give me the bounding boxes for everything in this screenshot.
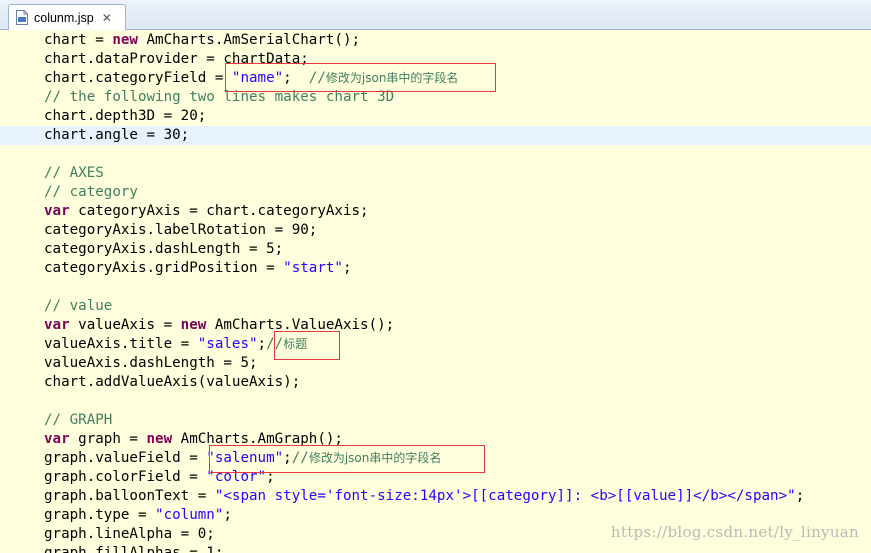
annotation-box-value-field	[209, 445, 485, 473]
code-token: categoryAxis.gridPosition =	[44, 260, 284, 276]
code-token: // category	[44, 184, 138, 200]
code-token: categoryAxis = chart.categoryAxis;	[69, 203, 369, 219]
code-token: chart =	[44, 32, 113, 48]
code-token: graph.valueField =	[44, 450, 207, 466]
code-line[interactable]	[0, 145, 871, 164]
code-token: new	[112, 32, 138, 48]
code-line[interactable]: // category	[0, 183, 871, 202]
code-line-text: var valueAxis = new AmCharts.ValueAxis()…	[44, 316, 394, 335]
code-line-text: chart.depth3D = 20;	[44, 107, 206, 126]
code-line[interactable]	[0, 278, 871, 297]
code-editor[interactable]: chart = new AmCharts.AmSerialChart(); cha…	[0, 30, 871, 553]
code-token: // GRAPH	[44, 412, 113, 428]
code-line[interactable]: // AXES	[0, 164, 871, 183]
code-token: var	[44, 203, 70, 219]
code-token: AmCharts.AmSerialChart();	[137, 32, 361, 48]
code-line-text: categoryAxis.gridPosition = "start";	[44, 259, 352, 278]
code-token: // value	[44, 298, 113, 314]
code-line-text: valueAxis.dashLength = 5;	[44, 354, 258, 373]
code-token: "start"	[283, 260, 343, 276]
code-line[interactable]: // value	[0, 297, 871, 316]
code-token: graph.balloonText =	[44, 488, 215, 504]
code-line-text: // GRAPH	[44, 411, 112, 430]
code-line-text: // category	[44, 183, 138, 202]
code-line-text: // AXES	[44, 164, 104, 183]
annotation-box-value-title	[274, 331, 340, 360]
annotation-box-category-field	[225, 63, 496, 92]
code-token: ;	[795, 488, 805, 504]
code-token: categoryAxis.labelRotation = 90;	[44, 222, 318, 238]
code-token: ;	[257, 336, 267, 352]
code-token: chart.addValueAxis(valueAxis);	[44, 374, 301, 390]
code-token: valueAxis.title =	[44, 336, 198, 352]
code-token: new	[146, 431, 173, 447]
code-token: valueAxis.dashLength = 5;	[44, 355, 258, 371]
code-token: graph.fillAlphas = 1;	[44, 545, 224, 553]
code-token: ;	[342, 260, 352, 276]
code-token: graph.type =	[44, 507, 156, 523]
code-token: graph.lineAlpha = 0;	[44, 526, 215, 542]
code-token: "column"	[155, 507, 224, 523]
code-line[interactable]: valueAxis.title = "sales";//标题	[0, 335, 871, 354]
code-token: chart.angle = 30;	[44, 127, 190, 143]
code-token: "<span style='font-size:14px'>[[category…	[214, 488, 796, 504]
editor-tab-bar: colunm.jsp ✕	[0, 0, 871, 30]
code-line-text: graph.balloonText = "<span style='font-s…	[44, 487, 804, 506]
code-line[interactable]: chart = new AmCharts.AmSerialChart();	[0, 31, 871, 50]
code-token: ;	[223, 507, 232, 523]
watermark: https://blog.csdn.net/ly_linyuan	[610, 523, 859, 541]
code-token: chart.depth3D = 20;	[44, 108, 207, 124]
code-line[interactable]: categoryAxis.gridPosition = "start";	[0, 259, 871, 278]
code-line[interactable]: var valueAxis = new AmCharts.ValueAxis()…	[0, 316, 871, 335]
code-line-text: graph.lineAlpha = 0;	[44, 525, 215, 544]
code-token: graph.colorField =	[44, 469, 207, 485]
code-token: categoryAxis.dashLength = 5;	[44, 241, 284, 257]
code-token: chart.categoryField =	[44, 70, 232, 86]
code-line-text: chart.addValueAxis(valueAxis);	[44, 373, 300, 392]
code-line-text: categoryAxis.dashLength = 5;	[44, 240, 283, 259]
code-line-text: // value	[44, 297, 112, 316]
code-line[interactable]	[0, 392, 871, 411]
code-line-text: chart = new AmCharts.AmSerialChart();	[44, 31, 360, 50]
code-line-text: chart.angle = 30;	[44, 126, 189, 145]
code-token: graph =	[69, 431, 147, 447]
code-line-text: valueAxis.title = "sales";//标题	[44, 335, 307, 354]
code-line[interactable]: chart.addValueAxis(valueAxis);	[0, 373, 871, 392]
code-line[interactable]: categoryAxis.labelRotation = 90;	[0, 221, 871, 240]
code-token: var	[44, 431, 70, 447]
code-line-text: var categoryAxis = chart.categoryAxis;	[44, 202, 369, 221]
code-token: var	[44, 317, 70, 333]
code-token: // AXES	[44, 165, 104, 181]
code-line[interactable]: chart.angle = 30;	[0, 126, 871, 145]
code-line[interactable]: graph.balloonText = "<span style='font-s…	[0, 487, 871, 506]
file-tab-label: colunm.jsp	[34, 10, 94, 25]
code-line[interactable]: // GRAPH	[0, 411, 871, 430]
code-line[interactable]: chart.depth3D = 20;	[0, 107, 871, 126]
close-icon[interactable]: ✕	[102, 11, 112, 25]
code-token: "sales"	[197, 336, 258, 352]
code-line-text: categoryAxis.labelRotation = 90;	[44, 221, 317, 240]
code-token: new	[180, 317, 207, 333]
code-token: valueAxis =	[69, 317, 181, 333]
code-line[interactable]: var categoryAxis = chart.categoryAxis;	[0, 202, 871, 221]
file-tab[interactable]: colunm.jsp ✕	[8, 4, 126, 30]
code-line-text: graph.fillAlphas = 1;	[44, 544, 223, 553]
jsp-file-icon	[16, 10, 28, 25]
code-line[interactable]: categoryAxis.dashLength = 5;	[0, 240, 871, 259]
code-line[interactable]: graph.fillAlphas = 1;	[0, 544, 871, 553]
code-line-text: graph.type = "column";	[44, 506, 232, 525]
code-line[interactable]: valueAxis.dashLength = 5;	[0, 354, 871, 373]
